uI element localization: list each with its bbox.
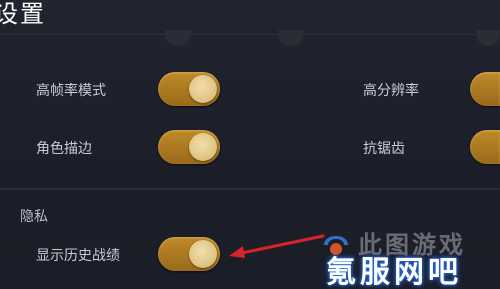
scrolled-control-stub-1[interactable]	[165, 30, 191, 46]
character-outline-toggle[interactable]	[158, 130, 220, 164]
character-outline-label: 角色描边	[36, 141, 92, 157]
toggle-thumb	[189, 75, 217, 103]
scrolled-control-stub-2[interactable]	[278, 30, 304, 46]
show-history-label: 显示历史战绩	[36, 248, 120, 264]
toggle-thumb	[189, 240, 217, 268]
high-framerate-toggle[interactable]	[158, 72, 220, 106]
privacy-section-title: 隐私	[20, 209, 48, 225]
watermark-main-text: 氪服网吧	[326, 255, 462, 289]
anti-aliasing-toggle[interactable]	[470, 130, 500, 164]
header-divider	[0, 34, 500, 35]
annotation-arrow-icon	[229, 234, 325, 258]
toggle-thumb	[189, 133, 217, 161]
high-resolution-toggle[interactable]	[470, 72, 500, 106]
page-title: 设置	[0, 0, 46, 28]
show-history-toggle[interactable]	[158, 237, 220, 271]
scrolled-control-stub-3[interactable]	[476, 30, 500, 46]
watermark: 此图游戏 氪服网吧	[318, 225, 500, 289]
section-divider	[0, 188, 500, 190]
high-framerate-label: 高帧率模式	[36, 83, 106, 99]
settings-screen: 设置 高帧率模式 高分辨率 角色描边 抗锯齿 隐私 显示历史战绩 此图游戏 氪服…	[0, 0, 500, 289]
anti-aliasing-label: 抗锯齿	[363, 141, 405, 157]
high-resolution-label: 高分辨率	[363, 83, 419, 99]
